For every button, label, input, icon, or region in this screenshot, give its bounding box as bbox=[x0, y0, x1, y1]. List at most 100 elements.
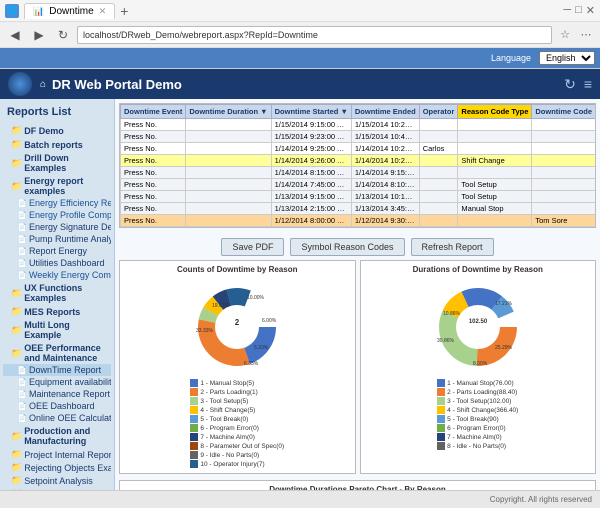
refresh-report-button[interactable]: Refresh Report bbox=[411, 238, 494, 256]
sidebar-item-label: Setpoint Analysis bbox=[24, 476, 93, 486]
doc-icon: 📄 bbox=[17, 271, 27, 280]
forward-button[interactable]: ▶ bbox=[29, 25, 49, 45]
settings-icon[interactable]: ⋯ bbox=[577, 26, 595, 44]
cell-operator bbox=[419, 203, 458, 215]
sidebar-item-setpoint[interactable]: 📁 Setpoint Analysis bbox=[3, 474, 111, 487]
browser-tab[interactable]: 📊 Downtime ✕ bbox=[24, 3, 115, 19]
cell-duration bbox=[186, 215, 271, 227]
sidebar-item-project-internal[interactable]: 📁 Project Internal Reports bbox=[3, 448, 111, 461]
table-row[interactable]: Press No. 1/14/2014 7:45:00 AM 1/14/2014… bbox=[121, 179, 597, 191]
refresh-button[interactable]: ↻ bbox=[53, 25, 73, 45]
back-button[interactable]: ◀ bbox=[5, 25, 25, 45]
table-row[interactable]: Press No. 1/14/2014 9:25:00 AM 1/14/2014… bbox=[121, 143, 597, 155]
sidebar-item-online-oee[interactable]: 📄 Online OEE Calculation Form bbox=[3, 412, 111, 424]
legend-color bbox=[437, 397, 445, 405]
sidebar-item-label: Energy Signature Demo bbox=[29, 222, 111, 232]
sidebar-item-mes-reports[interactable]: 📁 MES Reports bbox=[3, 305, 111, 318]
sidebar-item-energy-profile[interactable]: 📄 Energy Profile Compare Report bbox=[3, 209, 111, 221]
sidebar-item-utilities-dashboard[interactable]: 📄 Utilities Dashboard bbox=[3, 257, 111, 269]
legend-label: 5 - Tool Break(0) bbox=[200, 416, 248, 423]
sidebar-item-weekly-energy[interactable]: 📄 Weekly Energy Compare Report bbox=[3, 269, 111, 281]
sidebar-item-energy-signature[interactable]: 📄 Energy Signature Demo bbox=[3, 221, 111, 233]
cell-ended: 1/14/2014 10:26:00 AM bbox=[351, 143, 419, 155]
col-header-started[interactable]: Downtime Started ▼ bbox=[271, 105, 351, 119]
sidebar-item-pump-runtime[interactable]: 📄 Pump Runtime Analysis bbox=[3, 233, 111, 245]
sidebar-item-production[interactable]: 📁 Production and Manufacturing bbox=[3, 425, 111, 447]
sidebar-item-energy-examples[interactable]: 📁 Energy report examples bbox=[3, 175, 111, 197]
sidebar-item-batch-reports[interactable]: 📁 Batch reports bbox=[3, 138, 111, 151]
sidebar-item-label: Multi Long Example bbox=[24, 320, 109, 340]
sidebar-item-maintenance-report[interactable]: 📄 Maintenance Report bbox=[3, 388, 111, 400]
sidebar-item-label: SPC Reports bbox=[24, 489, 77, 491]
legend-label: 6 - Program Error(0) bbox=[200, 425, 259, 432]
sidebar-item-oee-dashboard[interactable]: 📄 OEE Dashboard bbox=[3, 400, 111, 412]
table-row[interactable]: Press No. 1/12/2014 8:00:00 AM 1/12/2014… bbox=[121, 215, 597, 227]
legend-item: 1 - Manual Stop(5) bbox=[190, 379, 284, 387]
donut-chart1-title: Counts of Downtime by Reason bbox=[124, 265, 351, 274]
sidebar-item-label: Energy report examples bbox=[24, 176, 109, 196]
save-pdf-button[interactable]: Save PDF bbox=[221, 238, 284, 256]
sidebar-item-df-demo[interactable]: 📁 DF Demo bbox=[3, 124, 111, 137]
sidebar-item-energy-efficiency[interactable]: 📄 Energy Efficiency Report bbox=[3, 197, 111, 209]
sidebar-item-spc[interactable]: 📁 SPC Reports bbox=[3, 487, 111, 490]
sidebar-item-oee-performance[interactable]: 📁 OEE Performance and Maintenance bbox=[3, 342, 111, 364]
folder-icon: 📁 bbox=[11, 288, 22, 299]
cell-ended: 1/14/2014 10:28:00 AM bbox=[351, 155, 419, 167]
table-row[interactable]: Press No. 1/13/2014 9:15:00 AM 1/13/2014… bbox=[121, 191, 597, 203]
legend-label: 2 - Parts Loading(1) bbox=[200, 389, 257, 396]
cell-code bbox=[532, 155, 596, 167]
cell-duration bbox=[186, 179, 271, 191]
sidebar-item-downtime-report[interactable]: 📄 DownTime Report bbox=[3, 364, 111, 376]
donut-chart2-legend: 1 - Manual Stop(76.00) 2 - Parts Loading… bbox=[437, 379, 518, 451]
table-row[interactable]: Press No. 1/15/2014 9:15:00 AM 1/15/2014… bbox=[121, 119, 597, 131]
close-button[interactable]: ✕ bbox=[586, 4, 595, 17]
minimize-button[interactable]: ─ bbox=[563, 4, 571, 17]
cell-event: Press No. bbox=[121, 215, 186, 227]
sidebar-item-multi-long[interactable]: 📁 Multi Long Example bbox=[3, 319, 111, 341]
legend-label: 4 - Shift Change(5) bbox=[200, 407, 255, 414]
sidebar-item-report-energy[interactable]: 📄 Report Energy bbox=[3, 245, 111, 257]
legend-label: 10 - Operator Injury(7) bbox=[200, 461, 264, 468]
cell-duration bbox=[186, 203, 271, 215]
table-row[interactable]: Press No. 1/14/2014 9:26:00 AM 1/14/2014… bbox=[121, 155, 597, 167]
sidebar-item-equipment-availability[interactable]: 📄 Equipment availability report bbox=[3, 376, 111, 388]
cell-started: 1/14/2014 9:26:00 AM bbox=[271, 155, 351, 167]
tab-label: Downtime bbox=[49, 6, 93, 17]
maximize-button[interactable]: □ bbox=[575, 4, 582, 17]
legend-color bbox=[190, 406, 198, 414]
cell-operator bbox=[419, 179, 458, 191]
sidebar-item-ux-functions[interactable]: 📁 UX Functions Examples bbox=[3, 282, 111, 304]
legend-label: 9 - Idle - No Parts(0) bbox=[200, 452, 259, 459]
cell-event: Press No. bbox=[121, 143, 186, 155]
table-row[interactable]: Press No. 1/13/2014 2:15:00 PM 1/13/2014… bbox=[121, 203, 597, 215]
sidebar-item-label: Energy Profile Compare Report bbox=[29, 210, 111, 220]
donut-chart2-container: 102.50 17.21% 25.29% 30.86% 10.86% 8.00%… bbox=[365, 277, 592, 451]
table-row[interactable]: Press No. 1/14/2014 8:15:00 AM 1/14/2014… bbox=[121, 167, 597, 179]
sidebar-item-drill-down[interactable]: 📁 Drill Down Examples bbox=[3, 152, 111, 174]
app-header-actions: ↻ ≡ bbox=[564, 76, 592, 93]
title-bar: 🌐 📊 Downtime ✕ + ─ □ ✕ bbox=[0, 0, 600, 22]
legend-label: 6 - Program Error(0) bbox=[447, 425, 506, 432]
cell-reason: Tool Setup bbox=[458, 179, 532, 191]
refresh-app-icon[interactable]: ↻ bbox=[564, 76, 576, 93]
cell-code bbox=[532, 179, 596, 191]
bookmark-icon[interactable]: ☆ bbox=[556, 26, 574, 44]
symbol-reason-codes-button[interactable]: Symbol Reason Codes bbox=[290, 238, 404, 256]
legend-item: 2 - Parts Loading(88.40) bbox=[437, 388, 518, 396]
new-tab-button[interactable]: + bbox=[120, 3, 128, 19]
address-bar[interactable]: localhost/DRweb_Demo/webreport.aspx?RepI… bbox=[77, 26, 552, 44]
table-row[interactable]: Press No. 1/15/2014 9:23:00 AM 1/15/2014… bbox=[121, 131, 597, 143]
sidebar-item-label: Pump Runtime Analysis bbox=[29, 234, 111, 244]
doc-icon: 📄 bbox=[17, 414, 27, 423]
report-table-container: Downtime Event Downtime Duration ▼ Downt… bbox=[119, 103, 596, 228]
tab-close-button[interactable]: ✕ bbox=[99, 6, 107, 17]
sidebar-item-label: Equipment availability report bbox=[29, 377, 111, 387]
legend-item: 1 - Manual Stop(76.00) bbox=[437, 379, 518, 387]
menu-icon[interactable]: ≡ bbox=[584, 76, 592, 93]
language-select[interactable]: English bbox=[539, 51, 595, 65]
cell-ended: 1/13/2014 3:45:00 PM bbox=[351, 203, 419, 215]
home-icon[interactable]: ⌂ bbox=[40, 79, 46, 90]
folder-icon: 📁 bbox=[11, 158, 22, 169]
cell-duration bbox=[186, 191, 271, 203]
sidebar-item-rejecting[interactable]: 📁 Rejecting Objects Examples bbox=[3, 461, 111, 474]
